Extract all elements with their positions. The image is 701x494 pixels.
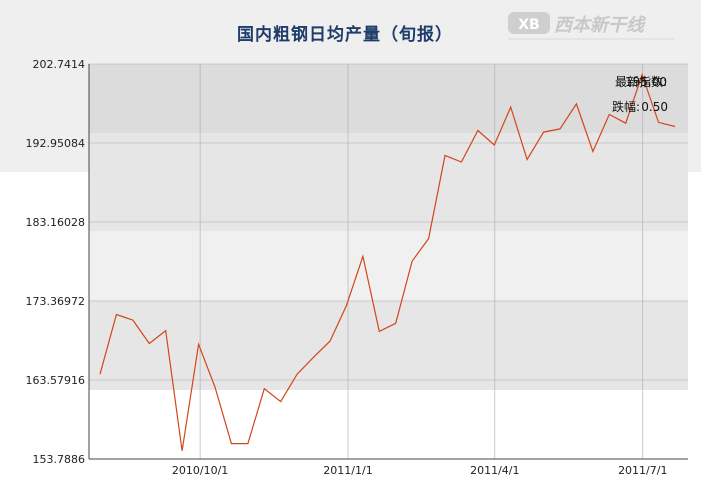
change-value: 0.50 — [641, 100, 668, 114]
plot-band — [89, 231, 688, 301]
logo-mark-icon: XB — [508, 12, 550, 34]
chart-area: 153.7886 163.57916 173.36972 183.16028 192.9… — [26, 58, 688, 477]
brand-logo: XB 西本新干线 — [508, 12, 674, 40]
svg-text:西本新干线: 西本新干线 — [554, 15, 646, 36]
plot-band — [89, 301, 688, 390]
x-tick-label: 2010/10/1 — [172, 464, 228, 477]
x-tick-label: 2011/7/1 — [618, 464, 667, 477]
y-tick-label: 173.36972 — [26, 295, 86, 308]
svg-text:XB: XB — [518, 17, 539, 33]
latest-index-value: 195.00 — [625, 75, 667, 89]
change-label: 跌幅: — [612, 99, 640, 114]
y-tick-label: 153.7886 — [33, 453, 86, 466]
x-tick-label: 2011/4/1 — [470, 464, 519, 477]
plot-band — [89, 64, 688, 133]
y-tick-label: 202.7414 — [33, 58, 86, 71]
y-tick-label: 163.57916 — [26, 374, 86, 387]
y-tick-label: 192.95084 — [26, 137, 86, 150]
plot-band — [89, 133, 688, 231]
x-tick-label: 2011/1/1 — [323, 464, 372, 477]
y-tick-label: 183.16028 — [26, 216, 86, 229]
